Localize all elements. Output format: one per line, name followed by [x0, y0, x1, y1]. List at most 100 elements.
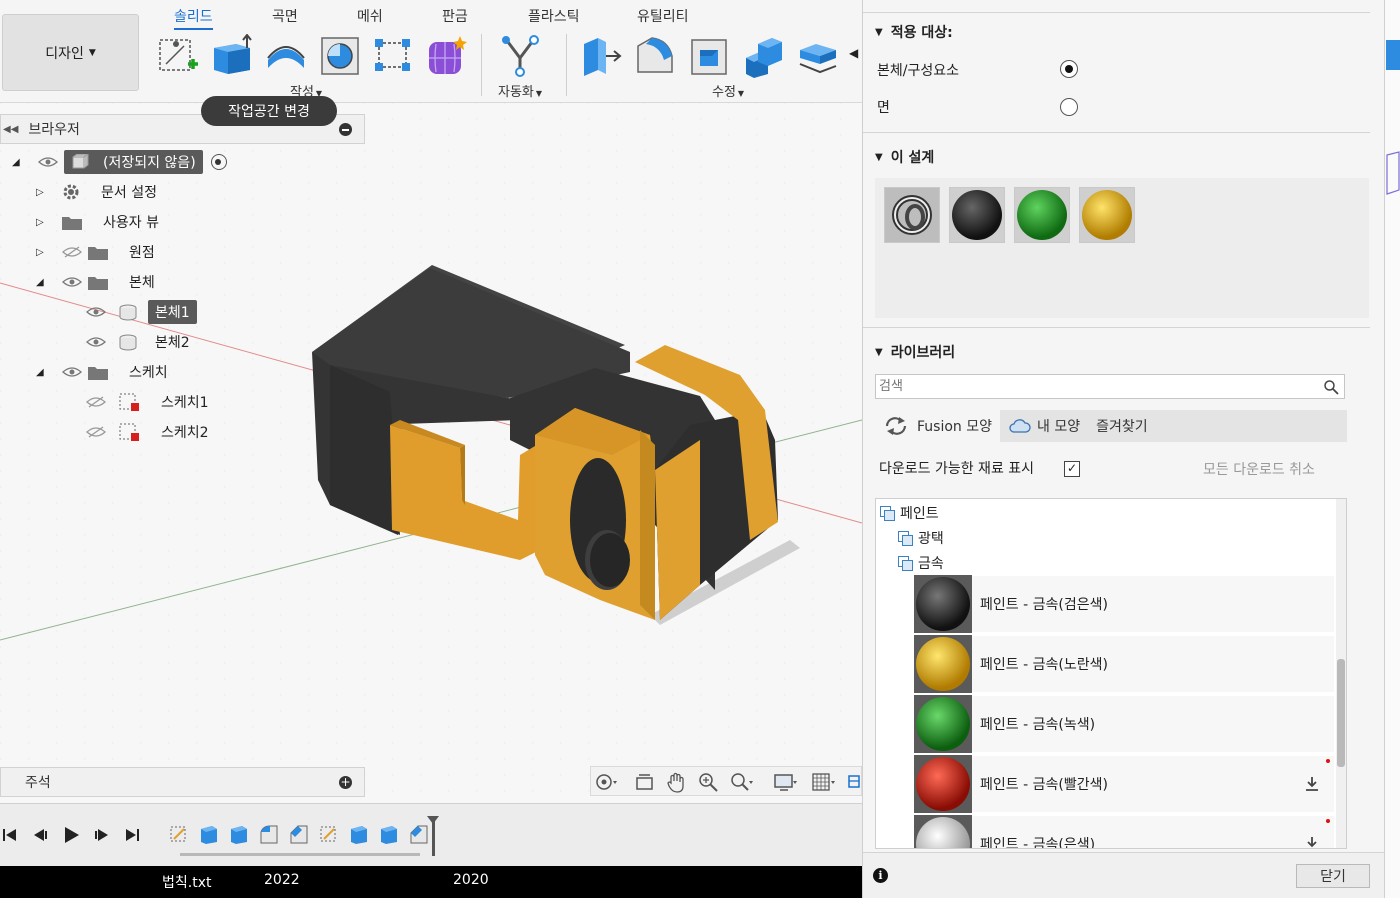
taskbar-item[interactable]: 2022: [264, 872, 300, 888]
library-scrollbar[interactable]: [1336, 499, 1346, 848]
view-cube-icon[interactable]: [1385, 36, 1400, 96]
extrude-icon[interactable]: [210, 34, 254, 78]
cancel-all-downloads-link[interactable]: 모든 다운로드 취소: [1203, 459, 1315, 479]
tree-item-body2[interactable]: 본체2: [86, 329, 197, 355]
swatch-green[interactable]: [1014, 187, 1070, 243]
search-icon[interactable]: [1323, 379, 1339, 395]
timeline-chamfer-icon[interactable]: [288, 823, 310, 845]
tab-sheet-metal[interactable]: 판금: [442, 6, 468, 26]
fit-zoom-icon[interactable]: [729, 771, 753, 793]
3d-viewport[interactable]: [0, 103, 862, 803]
fillet-icon[interactable]: [634, 34, 678, 78]
visibility-eye-icon[interactable]: [86, 306, 106, 318]
download-icon[interactable]: [1304, 776, 1320, 792]
swatch-yellow[interactable]: [1079, 187, 1135, 243]
add-comment-icon[interactable]: +: [339, 776, 352, 789]
scroll-left-icon[interactable]: ◀: [849, 46, 858, 60]
tab-mesh[interactable]: 메쉬: [357, 6, 383, 26]
tree-item-document-settings[interactable]: ▷ 문서 설정: [36, 179, 164, 205]
hidden-eye-icon[interactable]: [86, 426, 106, 438]
go-to-start-icon[interactable]: [0, 824, 22, 846]
pattern-icon[interactable]: [372, 34, 416, 78]
timeline-extrude-icon[interactable]: [378, 823, 400, 845]
collapsed-triangle-icon[interactable]: ▷: [36, 247, 50, 258]
offset-face-icon[interactable]: [796, 34, 840, 78]
press-pull-icon[interactable]: [580, 34, 624, 78]
taskbar-item[interactable]: 법칙.txt: [162, 872, 211, 892]
expanded-triangle-icon[interactable]: ◢: [12, 157, 26, 168]
timeline-marker[interactable]: [427, 816, 439, 856]
workspace-switcher-button[interactable]: 디자인 ▼: [2, 14, 139, 91]
automate-icon[interactable]: [498, 34, 542, 78]
go-to-end-icon[interactable]: [120, 824, 142, 846]
info-icon[interactable]: i: [873, 868, 888, 883]
hidden-eye-icon[interactable]: [62, 246, 82, 258]
revolve-icon[interactable]: [264, 34, 308, 78]
tab-fusion-appearances[interactable]: Fusion 모양: [875, 410, 1000, 442]
shell-icon[interactable]: [688, 34, 732, 78]
timeline-sketch-icon[interactable]: [168, 823, 190, 845]
show-downloadable-checkbox[interactable]: ✓: [1064, 461, 1080, 477]
collapsed-triangle-icon[interactable]: ▷: [36, 217, 50, 228]
download-icon[interactable]: [1304, 836, 1320, 849]
taskbar-item[interactable]: 2020: [453, 872, 489, 888]
material-row[interactable]: 페인트 - 금속(빨간색): [914, 755, 1334, 813]
tree-node-paint[interactable]: 페인트: [880, 503, 939, 523]
collapsed-triangle-icon[interactable]: ▷: [36, 187, 50, 198]
material-row[interactable]: 페인트 - 금속(은색): [914, 815, 1334, 849]
grid-settings-icon[interactable]: [811, 771, 835, 793]
create-form-icon[interactable]: [426, 34, 470, 78]
timeline-fillet-icon[interactable]: [258, 823, 280, 845]
tree-item-origin[interactable]: ▷ 원점: [36, 239, 162, 265]
minimize-icon[interactable]: [339, 123, 352, 136]
tree-item-sketch1[interactable]: 스케치1: [86, 389, 216, 415]
visibility-eye-icon[interactable]: [38, 156, 58, 168]
timeline-extrude-icon[interactable]: [348, 823, 370, 845]
timeline-extrude-icon[interactable]: [198, 823, 220, 845]
step-forward-icon[interactable]: [90, 824, 112, 846]
active-component-radio[interactable]: [210, 154, 227, 170]
tree-item-sketch2[interactable]: 스케치2: [86, 419, 216, 445]
model-render[interactable]: [0, 103, 862, 803]
timeline-chamfer-icon[interactable]: [408, 823, 430, 845]
visibility-eye-icon[interactable]: [62, 276, 82, 288]
combine-icon[interactable]: [742, 34, 786, 78]
modify-group-label[interactable]: 수정 ▼: [712, 81, 744, 100]
search-input[interactable]: [879, 375, 1299, 397]
material-row[interactable]: 페인트 - 금속(검은색): [914, 575, 1334, 633]
swatch-chrome[interactable]: [884, 187, 940, 243]
zoom-icon[interactable]: [697, 771, 721, 793]
radio-face[interactable]: [1060, 98, 1078, 116]
apply-to-section-header[interactable]: ▼ 적용 대상:: [875, 22, 953, 42]
orbit-icon[interactable]: [593, 771, 617, 793]
tab-solid[interactable]: 솔리드: [174, 6, 213, 30]
automate-group-label[interactable]: 자동화 ▼: [498, 81, 542, 100]
tab-favorites[interactable]: 즐겨찾기: [1088, 410, 1156, 442]
tree-item-body1[interactable]: 본체1: [86, 299, 197, 325]
pan-hand-icon[interactable]: [665, 771, 689, 793]
tree-item-named-views[interactable]: ▷ 사용자 뷰: [36, 209, 166, 235]
timeline-sketch-icon[interactable]: [318, 823, 340, 845]
look-at-icon[interactable]: [633, 771, 657, 793]
hidden-eye-icon[interactable]: [86, 396, 106, 408]
expanded-triangle-icon[interactable]: ◢: [36, 367, 50, 378]
tree-item-bodies[interactable]: ◢ 본체: [36, 269, 162, 295]
tab-surface[interactable]: 곡면: [272, 6, 298, 26]
scrollbar-thumb[interactable]: [1337, 659, 1345, 767]
viewports-icon[interactable]: [847, 771, 861, 793]
tree-item-sketches[interactable]: ◢ 스케치: [36, 359, 175, 385]
expanded-triangle-icon[interactable]: ◢: [36, 277, 50, 288]
material-row[interactable]: 페인트 - 금속(녹색): [914, 695, 1334, 753]
play-icon[interactable]: [60, 824, 82, 846]
in-design-section-header[interactable]: ▼ 이 설계: [875, 147, 934, 167]
step-back-icon[interactable]: [30, 824, 52, 846]
tab-my-appearances[interactable]: 내 모양: [1000, 410, 1088, 442]
view-cube-fragment[interactable]: [1385, 150, 1400, 200]
display-settings-icon[interactable]: [773, 771, 797, 793]
tab-utilities[interactable]: 유틸리티: [637, 6, 689, 26]
create-sketch-icon[interactable]: [156, 34, 200, 78]
close-button[interactable]: 닫기: [1296, 864, 1370, 888]
material-row[interactable]: 페인트 - 금속(노란색): [914, 635, 1334, 693]
visibility-eye-icon[interactable]: [86, 336, 106, 348]
collapse-panel-icon[interactable]: ◀◀: [3, 124, 18, 135]
